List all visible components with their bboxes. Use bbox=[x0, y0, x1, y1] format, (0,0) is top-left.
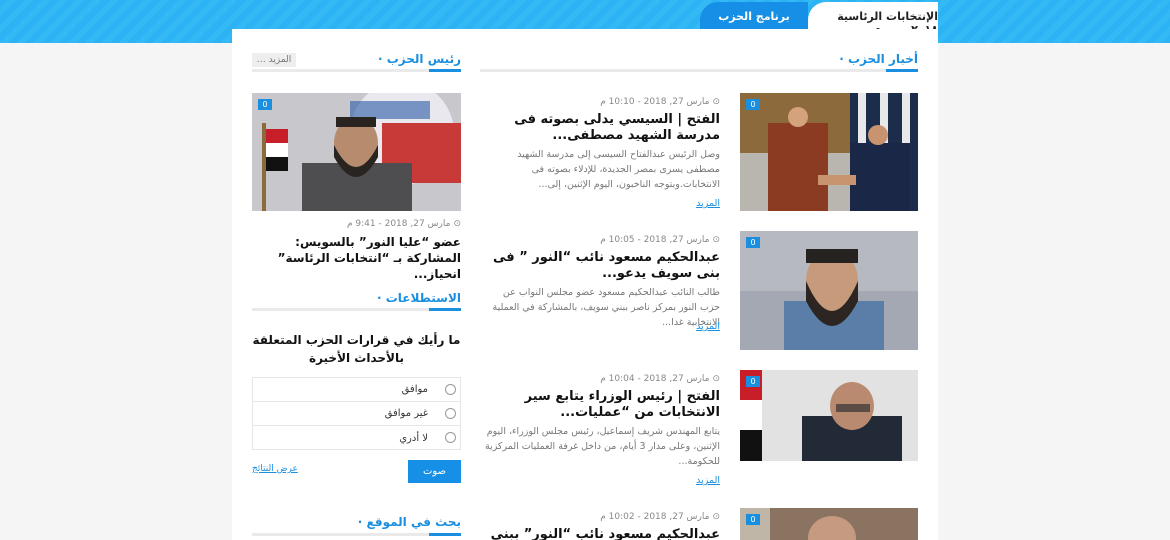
comment-count-badge: 0 bbox=[746, 514, 760, 525]
poll-question: ما رأيك في قرارات الحزب المتعلقة بالأحدا… bbox=[252, 333, 461, 365]
comment-count-badge: 0 bbox=[258, 99, 272, 110]
article-image[interactable]: 0 bbox=[740, 370, 918, 461]
article-photo-man bbox=[740, 508, 918, 540]
article-date: ⊙ مارس 27, 2018 - 10:04 م bbox=[480, 374, 720, 384]
president-image[interactable]: 0 bbox=[252, 93, 461, 211]
clock-icon: ⊙ bbox=[712, 512, 720, 522]
comment-count-badge: 0 bbox=[746, 237, 760, 248]
poll-options: موافق غير موافق لا أدري bbox=[252, 377, 461, 450]
article-title[interactable]: عبدالحكيم مسعود نائب “النور” ببني سويف bbox=[480, 527, 720, 540]
poll-option-label: غير موافق bbox=[384, 408, 428, 419]
more-label: المزيد bbox=[268, 55, 292, 65]
tab-party-program[interactable]: برنامج الحزب bbox=[700, 2, 808, 30]
article-date: ⊙ مارس 27, 2018 - 10:05 م bbox=[480, 235, 720, 245]
clock-icon: ⊙ bbox=[453, 219, 461, 229]
radio-button[interactable] bbox=[445, 432, 456, 443]
section-search-title: بحث في الموقع bbox=[366, 515, 461, 529]
clock-icon: ⊙ bbox=[712, 235, 720, 245]
article-more-link[interactable]: المزيد bbox=[696, 198, 720, 209]
article-title[interactable]: عبدالحكيم مسعود نائب “النور ” فى بنى سوي… bbox=[480, 250, 720, 282]
article-excerpt: طالب النائب عبدالحكيم مسعود عضو مجلس الن… bbox=[492, 287, 720, 328]
radio-button[interactable] bbox=[445, 384, 456, 395]
clock-icon: ⊙ bbox=[712, 374, 720, 384]
comment-count-badge: 0 bbox=[746, 376, 760, 387]
article-photo-bearded-man bbox=[740, 231, 918, 350]
article-date: ⊙ مارس 27, 2018 - 10:10 م bbox=[480, 97, 720, 107]
poll-option-label: موافق bbox=[401, 384, 428, 395]
tab-label: برنامج الحزب bbox=[718, 9, 790, 23]
article-image[interactable]: 0 bbox=[740, 508, 918, 540]
article-date-text: مارس 27, 2018 - 10:05 م bbox=[600, 235, 710, 245]
president-article-date: ⊙ مارس 27, 2018 - 9:41 م bbox=[252, 219, 461, 229]
article-photo-handshake bbox=[740, 93, 918, 211]
section-search-divider bbox=[252, 533, 461, 536]
section-search-heading: بحث في الموقع · bbox=[357, 515, 461, 529]
article-date: ⊙ مارس 27, 2018 - 10:02 م bbox=[480, 512, 720, 522]
section-president-divider bbox=[252, 69, 461, 72]
article-photo-prime-minister bbox=[740, 370, 918, 461]
radio-button[interactable] bbox=[445, 408, 456, 419]
section-polls-title: الاستطلاعات bbox=[385, 291, 461, 305]
comment-count-badge: 0 bbox=[746, 99, 760, 110]
article-image[interactable]: 0 bbox=[740, 231, 918, 350]
poll-option-label: لا أدري bbox=[399, 432, 428, 444]
president-article-title[interactable]: عضو “عليا النور” بالسويس: المشاركة بـ “ا… bbox=[252, 234, 461, 282]
article-excerpt: وصل الرئيس عبدالفتاح السيسى إلى مدرسة ال… bbox=[517, 149, 720, 190]
section-polls-divider bbox=[252, 308, 461, 311]
vote-button[interactable]: صوت bbox=[408, 460, 461, 483]
section-news-title: أخبار الحزب bbox=[847, 52, 918, 66]
poll-option[interactable]: موافق bbox=[253, 378, 460, 402]
article-excerpt: يتابع المهندس شريف إسماعيل، رئيس مجلس ال… bbox=[484, 426, 720, 467]
article-more-link[interactable]: المزيد bbox=[696, 475, 720, 486]
section-president-title: رئيس الحزب bbox=[386, 52, 461, 66]
article-date-text: مارس 27, 2018 - 10:02 م bbox=[600, 512, 710, 522]
poll-option[interactable]: غير موافق bbox=[253, 402, 460, 426]
article-date-text: مارس 27, 2018 - 10:04 م bbox=[600, 374, 710, 384]
section-news-divider bbox=[480, 69, 918, 72]
clock-icon: ⊙ bbox=[712, 97, 720, 107]
article-title[interactable]: الفتح | رئيس الوزراء يتابع سير الانتخابا… bbox=[480, 389, 720, 421]
article-image[interactable]: 0 bbox=[740, 93, 918, 211]
article-date-text: مارس 27, 2018 - 10:10 م bbox=[600, 97, 710, 107]
president-more-button[interactable]: المزيد … bbox=[252, 53, 296, 67]
poll-option[interactable]: لا أدري bbox=[253, 426, 460, 450]
article-date-text: مارس 27, 2018 - 9:41 م bbox=[346, 219, 451, 229]
article-more-link[interactable]: المزيد bbox=[696, 321, 720, 332]
president-photo bbox=[252, 93, 461, 211]
article-title[interactable]: الفتح | السيسي يدلى بصوته فى مدرسة الشهي… bbox=[480, 112, 720, 144]
view-results-link[interactable]: عرض النتائج bbox=[252, 464, 298, 474]
